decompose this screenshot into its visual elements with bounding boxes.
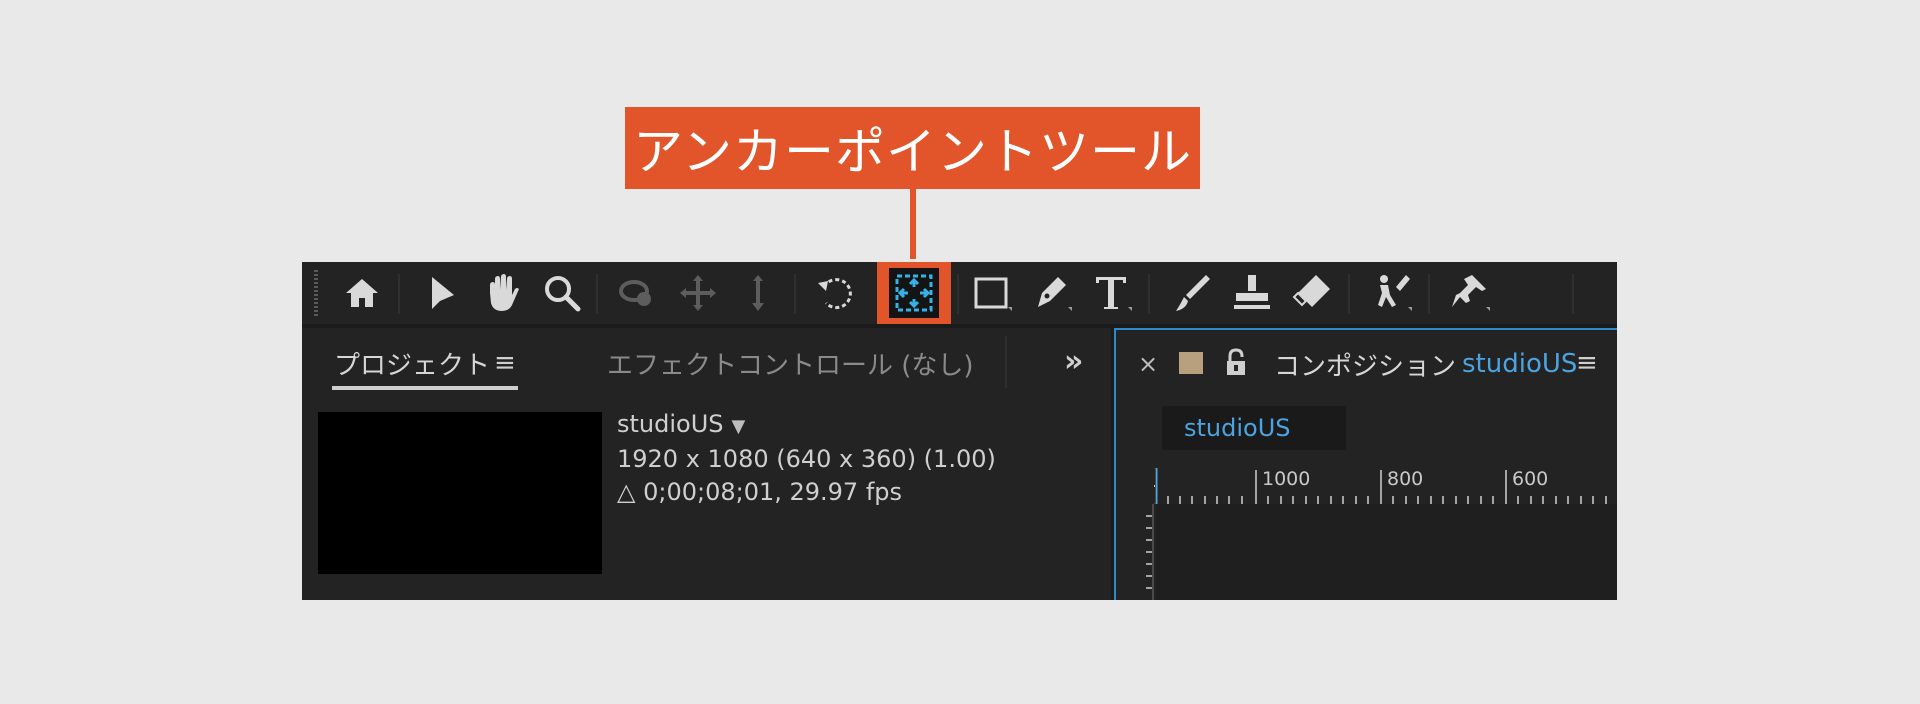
composition-thumbnail bbox=[318, 412, 602, 574]
dolly-camera-icon bbox=[752, 275, 764, 311]
horizontal-ruler[interactable]: 1000 800 600 bbox=[1154, 468, 1617, 504]
orbit-camera-button[interactable] bbox=[612, 268, 664, 318]
type-icon bbox=[1096, 277, 1132, 311]
tab-project-label: プロジェクト bbox=[334, 350, 491, 381]
callout-label: アンカーポイントツール bbox=[633, 123, 1192, 181]
brush-tool-button[interactable] bbox=[1166, 268, 1218, 318]
callout-leader-line bbox=[910, 189, 916, 259]
rotate-icon bbox=[818, 278, 852, 310]
comp-panel-menu-icon[interactable]: ≡ bbox=[1576, 348, 1598, 378]
selection-tool-button[interactable] bbox=[416, 268, 468, 318]
panel-menu-icon[interactable]: ≡ bbox=[494, 348, 516, 378]
rectangle-tool-button[interactable] bbox=[966, 268, 1018, 318]
lock-icon[interactable] bbox=[1224, 348, 1248, 378]
comp-title-prefix: コンポジション bbox=[1274, 351, 1457, 382]
rotate-tool-button[interactable] bbox=[810, 268, 862, 318]
tools-toolbar bbox=[302, 262, 1617, 324]
brush-icon bbox=[1176, 275, 1210, 311]
tab-effect-controls[interactable]: エフェクトコントロール (なし) bbox=[607, 344, 974, 382]
clone-stamp-icon bbox=[1234, 275, 1270, 309]
dropdown-caret-icon[interactable]: ▼ bbox=[732, 416, 746, 437]
item-duration: △ 0;00;08;01, 29.97 fps bbox=[617, 478, 903, 506]
ruler-label: 600 bbox=[1512, 468, 1549, 490]
puppet-pin-tool-button[interactable] bbox=[1444, 268, 1496, 318]
tab-project[interactable]: プロジェクト ≡ bbox=[334, 344, 516, 382]
item-name-row[interactable]: studioUS ▼ bbox=[617, 408, 996, 443]
label-color-swatch[interactable] bbox=[1179, 352, 1203, 374]
panel-divider bbox=[1005, 336, 1007, 388]
after-effects-window: プロジェクト ≡ エフェクトコントロール (なし) » studioUS ▼ 19… bbox=[302, 262, 1617, 600]
eraser-tool-button[interactable] bbox=[1286, 268, 1338, 318]
comp-chip-label: studioUS bbox=[1184, 414, 1291, 442]
overflow-tabs-icon[interactable]: » bbox=[1064, 344, 1083, 379]
clone-stamp-tool-button[interactable] bbox=[1226, 268, 1278, 318]
home-icon bbox=[346, 279, 378, 307]
roto-brush-icon bbox=[1378, 275, 1412, 311]
pen-icon bbox=[1038, 277, 1072, 311]
type-tool-button[interactable] bbox=[1086, 268, 1138, 318]
pen-tool-button[interactable] bbox=[1026, 268, 1078, 318]
composition-panel: × コンポジション studioUS ≡ studioUS 1000 800 6… bbox=[1114, 328, 1617, 600]
toolbar-grip[interactable] bbox=[314, 270, 318, 316]
puppet-pin-icon bbox=[1452, 275, 1490, 311]
composition-tab-title[interactable]: コンポジション studioUS bbox=[1274, 346, 1577, 382]
item-dimensions: 1920 x 1080 (640 x 360) (1.00) bbox=[617, 445, 996, 473]
ruler-label: 800 bbox=[1387, 468, 1424, 490]
hand-icon bbox=[490, 274, 519, 311]
vertical-ruler-ticks bbox=[1146, 504, 1154, 600]
comp-title-name: studioUS bbox=[1462, 349, 1578, 379]
anchor-point-icon bbox=[895, 274, 933, 312]
close-icon[interactable]: × bbox=[1138, 350, 1158, 378]
panel-area: プロジェクト ≡ エフェクトコントロール (なし) » studioUS ▼ 19… bbox=[302, 324, 1617, 600]
active-tab-underline bbox=[332, 386, 518, 390]
rectangle-icon bbox=[974, 277, 1012, 311]
dolly-camera-button[interactable] bbox=[732, 268, 784, 318]
pan-camera-icon bbox=[680, 275, 716, 311]
pan-camera-button[interactable] bbox=[672, 268, 724, 318]
zoom-icon bbox=[545, 276, 581, 312]
orbit-camera-icon bbox=[619, 280, 651, 306]
vertical-ruler[interactable] bbox=[1116, 468, 1154, 600]
item-name: studioUS bbox=[617, 410, 724, 438]
anchor-point-tool-button[interactable] bbox=[877, 262, 951, 324]
composition-viewer[interactable] bbox=[1156, 504, 1617, 600]
composition-info: studioUS ▼ 1920 x 1080 (640 x 360) (1.00)… bbox=[617, 408, 996, 509]
project-panel: プロジェクト ≡ エフェクトコントロール (なし) » studioUS ▼ 19… bbox=[302, 328, 1111, 600]
hand-tool-button[interactable] bbox=[476, 268, 528, 318]
home-button[interactable] bbox=[336, 268, 388, 318]
tab-effect-controls-label: エフェクトコントロール (なし) bbox=[607, 350, 974, 381]
selection-arrow-icon bbox=[432, 277, 454, 309]
roto-brush-tool-button[interactable] bbox=[1366, 268, 1418, 318]
ruler-label: 1000 bbox=[1262, 468, 1311, 490]
comp-breadcrumb-chip[interactable]: studioUS bbox=[1162, 406, 1346, 450]
eraser-icon bbox=[1292, 275, 1330, 307]
zoom-tool-button[interactable] bbox=[536, 268, 588, 318]
anchor-point-tool-callout: アンカーポイントツール bbox=[625, 107, 1200, 189]
